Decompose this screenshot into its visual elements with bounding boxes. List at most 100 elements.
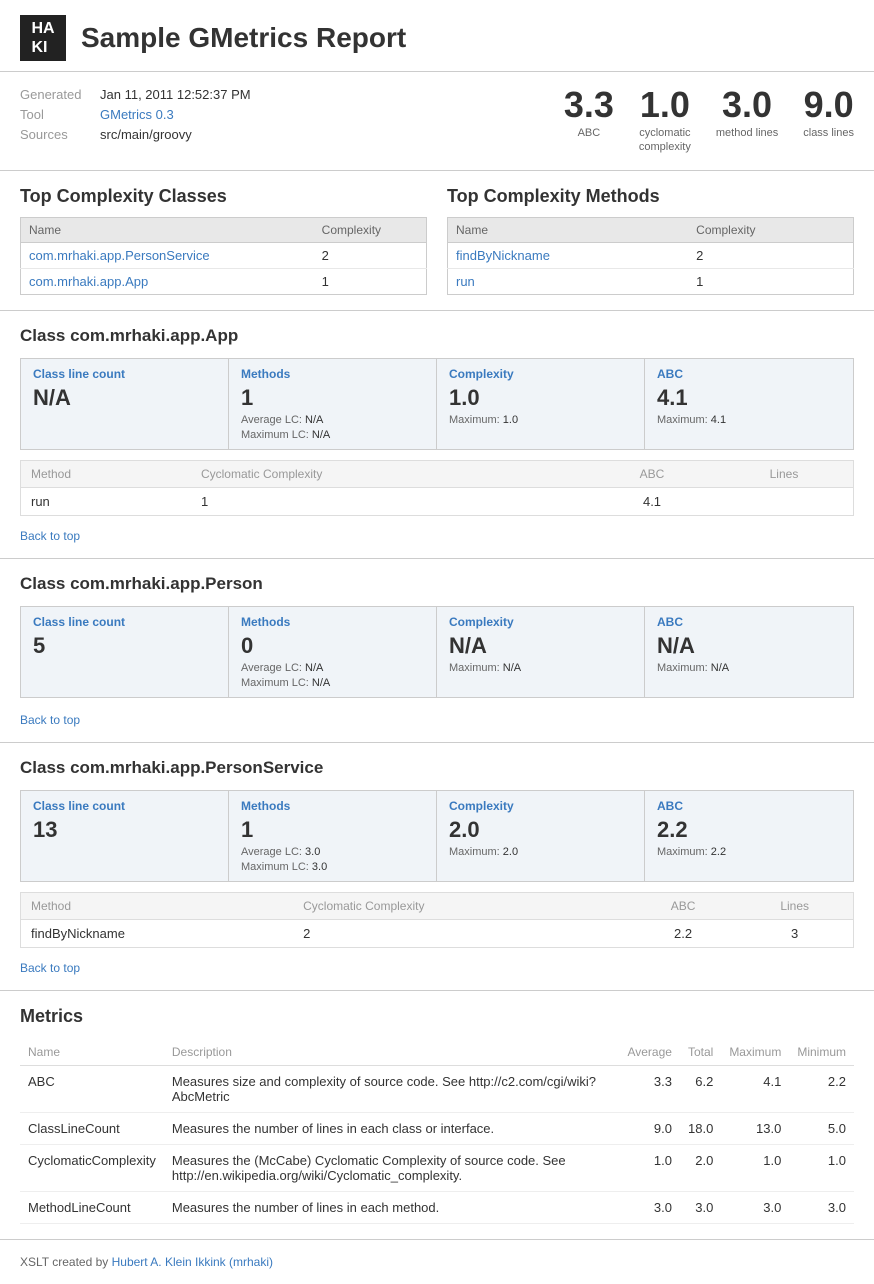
metric-minimum-cell: 1.0 <box>789 1144 854 1191</box>
metrics-col-header: Maximum <box>721 1039 789 1066</box>
stat-cyclomatic: 1.0 cyclomaticcomplexity <box>639 87 691 155</box>
method-lines-cell: 3 <box>736 919 853 947</box>
table-row: ClassLineCount Measures the number of li… <box>20 1112 854 1144</box>
class-metrics-grid: Class line count N/A Methods 1 Average L… <box>20 358 854 450</box>
class-complexity-cell: 2 <box>314 242 427 268</box>
metric-value: 1 <box>241 385 424 411</box>
metric-total-cell: 18.0 <box>680 1112 721 1144</box>
table-row: MethodLineCount Measures the number of l… <box>20 1191 854 1223</box>
top-classes-table: Name Complexity com.mrhaki.app.PersonSer… <box>20 217 427 295</box>
class-title: Class com.mrhaki.app.PersonService <box>20 758 854 778</box>
table-row: ABC Measures size and complexity of sour… <box>20 1065 854 1112</box>
class-name-link[interactable]: com.mrhaki.app.PersonService <box>29 248 210 263</box>
metric-average-cell: 1.0 <box>619 1144 679 1191</box>
metric-cell: ABC 4.1 Maximum: 4.1 <box>645 359 853 449</box>
methods-table: Method Cyclomatic Complexity ABC Lines r… <box>20 460 854 516</box>
table-row: CyclomaticComplexity Measures the (McCab… <box>20 1144 854 1191</box>
metric-sub-val: 3.0 <box>312 861 327 873</box>
stat-cyclomatic-number: 1.0 <box>639 87 691 123</box>
metric-header-link[interactable]: Complexity <box>449 367 632 381</box>
metric-sub-val: N/A <box>711 662 729 674</box>
method-abc-cell: 4.1 <box>589 487 715 515</box>
class-section: Class com.mrhaki.app.App Class line coun… <box>0 311 874 559</box>
generated-row: Generated Jan 11, 2011 12:52:37 PM <box>20 87 251 102</box>
stat-cyclomatic-label: cyclomaticcomplexity <box>639 126 691 155</box>
top-complexity-methods-section: Top Complexity Methods Name Complexity f… <box>447 186 854 295</box>
metric-value: N/A <box>33 385 216 411</box>
metric-header-link[interactable]: Methods <box>241 367 424 381</box>
metric-header-link[interactable]: Methods <box>241 799 424 813</box>
metric-header-link[interactable]: ABC <box>657 367 841 381</box>
col-lines: Lines <box>736 892 853 919</box>
metric-sub-val: N/A <box>305 414 323 426</box>
metric-average-cell: 9.0 <box>619 1112 679 1144</box>
metric-sub: Maximum LC: 3.0 <box>241 861 424 873</box>
method-name-cell: run <box>448 268 689 294</box>
page-header: HAKI Sample GMetrics Report <box>0 0 874 72</box>
metric-value: 2.2 <box>657 817 841 843</box>
metric-value: 1.0 <box>449 385 632 411</box>
class-name-link[interactable]: com.mrhaki.app.App <box>29 274 148 289</box>
page-title: Sample GMetrics Report <box>81 22 406 54</box>
metric-maximum-cell: 13.0 <box>721 1112 789 1144</box>
metric-sub: Maximum: 1.0 <box>449 414 632 426</box>
generated-label: Generated <box>20 87 90 102</box>
metric-cell: Class line count N/A <box>21 359 229 449</box>
top-tables-section: Top Complexity Classes Name Complexity c… <box>0 171 874 311</box>
back-to-top-link[interactable]: Back to top <box>20 713 80 727</box>
metric-header-link[interactable]: ABC <box>657 615 841 629</box>
meta-section: Generated Jan 11, 2011 12:52:37 PM Tool … <box>0 72 874 171</box>
metric-header-link[interactable]: Class line count <box>33 615 216 629</box>
class-complexity-cell: 1 <box>314 268 427 294</box>
metric-header-link[interactable]: Class line count <box>33 799 216 813</box>
col-method: Method <box>21 892 294 919</box>
back-to-top-link[interactable]: Back to top <box>20 529 80 543</box>
stat-class-lines-label: class lines <box>803 126 854 140</box>
class-section: Class com.mrhaki.app.Person Class line c… <box>0 559 874 743</box>
stat-abc-label: ABC <box>564 126 614 140</box>
metric-cell: Complexity 2.0 Maximum: 2.0 <box>437 791 645 881</box>
metric-header-link[interactable]: Methods <box>241 615 424 629</box>
metric-cell: Methods 1 Average LC: 3.0Maximum LC: 3.0 <box>229 791 437 881</box>
top-classes-title: Top Complexity Classes <box>20 186 427 207</box>
metric-header-link[interactable]: Class line count <box>33 367 216 381</box>
class-title: Class com.mrhaki.app.App <box>20 326 854 346</box>
method-name-link[interactable]: findByNickname <box>456 248 550 263</box>
metric-minimum-cell: 5.0 <box>789 1112 854 1144</box>
metric-description-cell: Measures the number of lines in each met… <box>164 1191 620 1223</box>
metric-cell: Complexity 1.0 Maximum: 1.0 <box>437 359 645 449</box>
metric-header-link[interactable]: Complexity <box>449 799 632 813</box>
logo: HAKI <box>20 15 66 61</box>
sources-label: Sources <box>20 127 90 142</box>
top-classes-col-complexity: Complexity <box>314 217 427 242</box>
metrics-title: Metrics <box>20 1006 854 1027</box>
method-complexity-cell: 2 <box>688 242 853 268</box>
method-name-link[interactable]: run <box>456 274 475 289</box>
class-name-cell: com.mrhaki.app.PersonService <box>21 242 314 268</box>
metric-description-cell: Measures the (McCabe) Cyclomatic Complex… <box>164 1144 620 1191</box>
metric-minimum-cell: 2.2 <box>789 1065 854 1112</box>
footer-link[interactable]: Hubert A. Klein Ikkink (mrhaki) <box>112 1255 273 1269</box>
metric-header-link[interactable]: Complexity <box>449 615 632 629</box>
stat-abc: 3.3 ABC <box>564 87 614 140</box>
sources-row: Sources src/main/groovy <box>20 127 251 142</box>
back-to-top-link[interactable]: Back to top <box>20 961 80 975</box>
method-cyclomatic-cell: 1 <box>191 487 589 515</box>
tool-link[interactable]: GMetrics 0.3 <box>100 107 174 122</box>
tool-row: Tool GMetrics 0.3 <box>20 107 251 122</box>
metric-sub: Maximum LC: N/A <box>241 677 424 689</box>
table-row: run 1 4.1 <box>21 487 854 515</box>
metric-value: N/A <box>657 633 841 659</box>
metric-sub: Maximum LC: N/A <box>241 429 424 441</box>
table-row: findByNickname 2 <box>448 242 854 268</box>
metric-value: 4.1 <box>657 385 841 411</box>
metric-header-link[interactable]: ABC <box>657 799 841 813</box>
metric-sub-val: 4.1 <box>711 414 726 426</box>
table-row: findByNickname 2 2.2 3 <box>21 919 854 947</box>
metric-value: 0 <box>241 633 424 659</box>
metric-total-cell: 3.0 <box>680 1191 721 1223</box>
stat-method-lines: 3.0 method lines <box>716 87 778 140</box>
metric-sub: Average LC: N/A <box>241 662 424 674</box>
metric-sub: Maximum: 2.0 <box>449 846 632 858</box>
table-row: com.mrhaki.app.PersonService 2 <box>21 242 427 268</box>
